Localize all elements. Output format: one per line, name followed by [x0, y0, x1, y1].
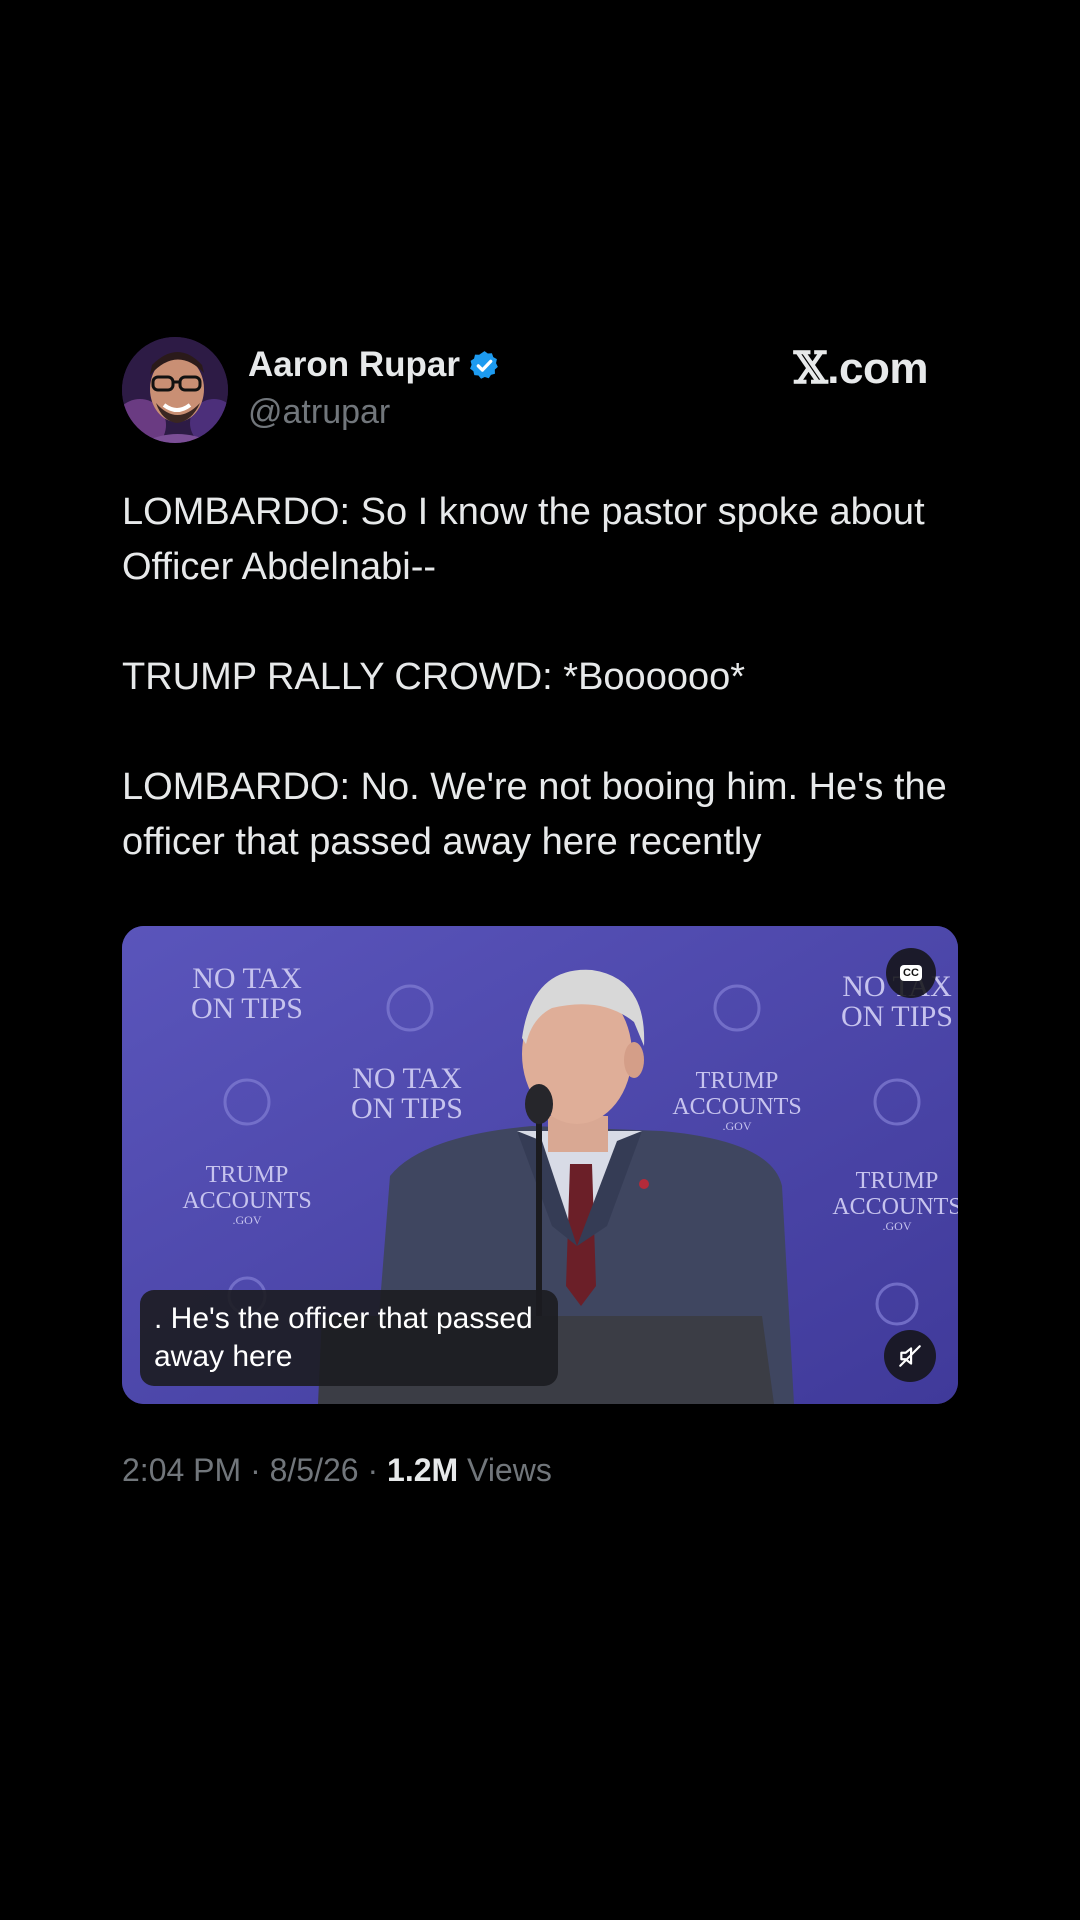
- sign-text: ON TIPS: [841, 1000, 953, 1033]
- captions-toggle-button[interactable]: CC: [886, 948, 936, 998]
- sign-text: NO TAX: [192, 962, 302, 995]
- views-count: 1.2M: [387, 1452, 459, 1488]
- sign-text: ON TIPS: [191, 992, 303, 1025]
- sign-text: ACCOUNTS: [832, 1194, 958, 1220]
- sign-text: TRUMP: [856, 1168, 939, 1194]
- tweet-paragraph: LOMBARDO: So I know the pastor spoke abo…: [122, 491, 925, 588]
- tweet-header: Aaron Rupar @atrupar 𝕏.com: [122, 335, 958, 445]
- tweet-paragraph: LOMBARDO: No. We're not booing him. He's…: [122, 766, 947, 863]
- sign-text: .GOV: [883, 1219, 912, 1233]
- mute-toggle-button[interactable]: [884, 1330, 936, 1382]
- sign-text: ACCOUNTS: [182, 1188, 311, 1214]
- author-name[interactable]: Aaron Rupar: [248, 345, 460, 385]
- cc-icon: CC: [900, 965, 922, 981]
- tweet-meta: 2:04 PM · 8/5/26 · 1.2M Views: [122, 1452, 958, 1489]
- author-handle[interactable]: @atrupar: [248, 393, 390, 432]
- sign-text: TRUMP: [206, 1162, 289, 1188]
- meta-separator: ·: [241, 1452, 270, 1488]
- sign-text: ON TIPS: [351, 1092, 463, 1125]
- meta-separator: ·: [358, 1452, 388, 1488]
- tweet-card: Aaron Rupar @atrupar 𝕏.com LOMBARDO: So …: [122, 335, 958, 1489]
- brand-suffix: .com: [827, 344, 928, 393]
- author-name-row: Aaron Rupar: [248, 345, 501, 385]
- tweet-text: LOMBARDO: So I know the pastor spoke abo…: [122, 485, 958, 870]
- tweet-date[interactable]: 8/5/26: [270, 1452, 359, 1488]
- views-label: Views: [467, 1452, 552, 1488]
- x-logo-icon: 𝕏: [793, 343, 828, 394]
- sign-text: TRUMP: [696, 1068, 779, 1094]
- sign-text: ACCOUNTS: [672, 1094, 801, 1120]
- video-player[interactable]: NO TAX ON TIPS NO TAX ON TIPS TRUMP ACCO…: [122, 926, 958, 1404]
- tweet-time[interactable]: 2:04 PM: [122, 1452, 241, 1488]
- author-avatar[interactable]: [122, 337, 228, 443]
- x-com-watermark: 𝕏.com: [793, 343, 929, 394]
- sign-text: NO TAX: [352, 1062, 462, 1095]
- verified-badge-icon: [470, 350, 498, 379]
- sign-text: .GOV: [233, 1213, 262, 1227]
- video-subtitle: . He's the officer that passed away here: [140, 1290, 558, 1386]
- sign-text: .GOV: [723, 1119, 752, 1133]
- muted-speaker-icon: [899, 1345, 921, 1367]
- tweet-paragraph: TRUMP RALLY CROWD: *Boooooo*: [122, 656, 746, 698]
